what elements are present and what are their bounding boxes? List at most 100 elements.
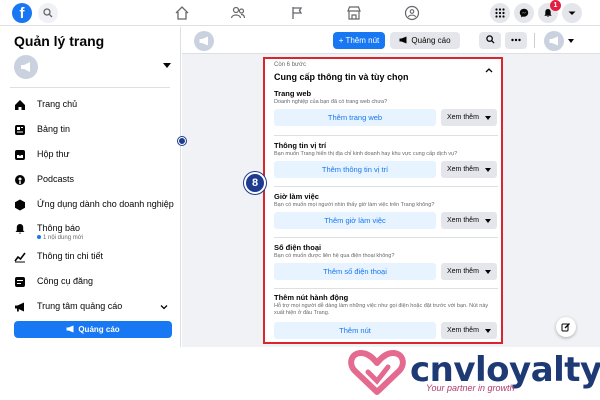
megaphone-icon (21, 62, 30, 72)
see-more-button[interactable]: Xem thêm (441, 263, 497, 280)
tutorial-pointer-dot (178, 137, 186, 145)
section-description: Bạn có muốn được liên hệ qua điện thoại … (274, 253, 395, 259)
chevron-down-icon[interactable] (160, 303, 168, 311)
unread-dot (37, 235, 41, 239)
page-avatar[interactable] (14, 55, 38, 79)
section-title: Trang web (274, 89, 312, 98)
page-switcher-caret-icon[interactable] (568, 39, 574, 43)
see-more-button[interactable]: Xem thêm (441, 322, 497, 339)
podcast-icon (15, 175, 25, 185)
compose-button[interactable] (556, 317, 576, 337)
add-hours-button[interactable]: Thêm giờ làm việc (274, 212, 436, 229)
caret-down-icon (485, 116, 491, 120)
page-switcher-caret-icon[interactable] (163, 63, 171, 68)
edit-icon (561, 323, 570, 332)
add-phone-button[interactable]: Thêm số điện thoại (274, 263, 436, 280)
sidebar-item-insights[interactable]: Thông tin chi tiết (14, 249, 174, 265)
sidebar-item-inbox[interactable]: Hộp thư (14, 147, 174, 163)
caret-down-icon (485, 219, 491, 223)
notification-count-badge: 1 (550, 0, 561, 11)
more-options-button[interactable] (505, 32, 527, 49)
sidebar-item-label: Thông tin chi tiết (37, 251, 104, 261)
page-switcher-avatar[interactable] (544, 31, 564, 51)
account-menu-button[interactable] (562, 3, 582, 23)
sidebar-item-news-feed[interactable]: Bảng tin (14, 122, 174, 138)
page-avatar[interactable] (194, 31, 214, 51)
promote-button[interactable]: Quảng cáo (14, 321, 172, 338)
header-separator (534, 33, 535, 48)
notification-subtext: 1 nội dung mới (37, 235, 83, 241)
section-title: Giờ làm việc (274, 192, 319, 201)
pages-flag-nav-icon[interactable] (289, 5, 305, 21)
tutorial-step-marker: 8 (244, 172, 266, 194)
setup-section-action-button: Thêm nút hành động Hỗ trợ mọi người dễ d… (274, 293, 498, 342)
section-divider (274, 186, 498, 187)
page-header-bar: + Thêm nút Quảng cáo (182, 27, 600, 54)
groups-nav-icon[interactable] (404, 5, 420, 21)
marketplace-nav-icon[interactable] (346, 5, 362, 21)
business-apps-icon (15, 199, 25, 211)
section-divider (274, 135, 498, 136)
sidebar-item-ad-center[interactable]: Trung tâm quảng cáo (14, 299, 174, 315)
megaphone-icon (66, 325, 74, 333)
messenger-icon (519, 8, 529, 18)
sidebar-item-podcasts[interactable]: Podcasts (14, 172, 174, 188)
friends-nav-icon[interactable] (230, 5, 246, 21)
chevron-down-icon (568, 11, 576, 15)
section-description: Bạn có muốn mọi người nhìn thấy giờ làm … (274, 202, 435, 208)
see-more-button[interactable]: Xem thêm (441, 161, 497, 178)
sidebar-divider (10, 87, 170, 88)
home-nav-icon[interactable] (174, 5, 190, 21)
sidebar-item-home[interactable]: Trang chủ (14, 97, 174, 113)
caret-down-icon (485, 270, 491, 274)
messenger-button[interactable] (514, 3, 534, 23)
chevron-up-icon[interactable] (485, 67, 493, 73)
section-divider (274, 288, 498, 289)
sidebar-item-label: Trang chủ (37, 99, 78, 109)
brand-watermark: cnvloyalty Your partner in growth (330, 346, 600, 400)
setup-section-hours: Giờ làm việc Bạn có muốn mọi người nhìn … (274, 192, 498, 241)
menu-button[interactable] (490, 3, 510, 23)
add-website-button[interactable]: Thêm trang web (274, 109, 436, 126)
sidebar-item-publishing-tools[interactable]: Công cụ đăng (14, 274, 174, 290)
megaphone-icon (199, 36, 208, 46)
sidebar-item-label: Podcasts (37, 174, 75, 184)
panel-title: Cung cấp thông tin và tùy chọn (274, 72, 409, 82)
steps-remaining: Còn 6 bước (274, 62, 306, 68)
search-icon (485, 35, 495, 44)
heart-logo-icon (348, 350, 406, 395)
setup-section-location: Thông tin vị trí Bạn muốn Trang hiển thị… (274, 141, 498, 190)
bell-icon (15, 224, 25, 234)
news-feed-icon (15, 125, 25, 135)
sidebar-item-label: Hộp thư (37, 149, 70, 159)
add-button-button[interactable]: + Thêm nút (333, 32, 385, 49)
search-page-button[interactable] (479, 32, 501, 49)
search-icon (43, 8, 53, 18)
brand-tagline: Your partner in growth (426, 383, 515, 393)
section-description: Doanh nghiệp của bạn đã có trang web chư… (274, 99, 388, 105)
notifications-button[interactable]: 1 (538, 0, 561, 23)
sidebar-item-notifications[interactable]: Thông báo 1 nội dung mới (14, 221, 174, 243)
add-location-button[interactable]: Thêm thông tin vị trí (274, 161, 436, 178)
caret-down-icon (485, 168, 491, 172)
caret-down-icon (485, 329, 491, 333)
section-title: Số điện thoại (274, 243, 322, 252)
publishing-tools-icon (15, 277, 25, 287)
search-button[interactable] (38, 3, 58, 23)
setup-section-website: Trang web Doanh nghiệp của bạn đã có tra… (274, 89, 498, 138)
inbox-icon (15, 150, 25, 160)
promote-header-button[interactable]: Quảng cáo (390, 32, 460, 49)
insights-icon (14, 252, 26, 263)
megaphone-icon (549, 36, 558, 46)
facebook-logo-icon[interactable]: f (12, 3, 32, 23)
sidebar-title: Quản lý trang (14, 33, 105, 49)
section-title: Thêm nút hành động (274, 293, 349, 302)
section-title: Thông tin vị trí (274, 141, 327, 150)
see-more-button[interactable]: Xem thêm (441, 109, 497, 126)
see-more-button[interactable]: Xem thêm (441, 212, 497, 229)
top-navigation-bar: f 1 (0, 0, 600, 26)
sidebar-item-business-apps[interactable]: Ứng dụng dành cho doanh nghiệp (14, 197, 174, 213)
sidebar-item-label: Thông báo (37, 223, 81, 233)
sidebar-item-label: Trung tâm quảng cáo (37, 301, 123, 311)
add-action-button[interactable]: Thêm nút (274, 322, 436, 339)
